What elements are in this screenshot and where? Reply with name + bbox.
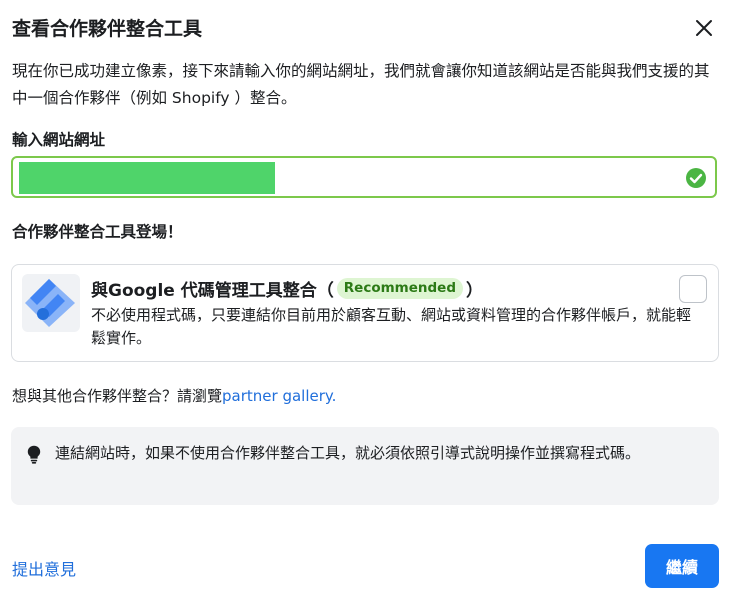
dialog-title: 查看合作夥伴整合工具 [12, 18, 203, 40]
url-label: 輸入網站網址 [12, 131, 106, 149]
recommended-badge: Recommended [336, 278, 463, 299]
card-title-prefix: 與Google 代碼管理工具整合（ [91, 281, 334, 301]
url-field[interactable] [11, 156, 717, 198]
card-description: 不必使用程式碼，只要連結你目前用於顧客互動、網站或資料管理的合作夥伴帳戶，就能輕… [91, 306, 692, 347]
check-circle-icon [685, 167, 707, 189]
close-icon[interactable] [692, 16, 716, 40]
tip-text: 連結網站時，如果不使用合作夥伴整合工具，就必須依照引導式說明操作並撰寫程式碼。 [55, 444, 641, 462]
section-title: 合作夥伴整合工具登場！ [12, 223, 183, 241]
url-input[interactable] [19, 162, 275, 194]
card-checkbox[interactable] [679, 275, 707, 303]
google-tag-manager-icon [22, 274, 80, 332]
feedback-link[interactable]: 提出意見 [12, 556, 76, 580]
card-title-suffix: ） [465, 281, 483, 301]
continue-button[interactable]: 繼續 [645, 544, 719, 588]
gtm-integration-card[interactable]: 與Google 代碼管理工具整合（ Recommended ） 不必使用程式碼，… [11, 264, 719, 362]
partner-gallery-link[interactable]: partner gallery. [222, 387, 336, 405]
tip-box: 連結網站時，如果不使用合作夥伴整合工具，就必須依照引導式說明操作並撰寫程式碼。 [11, 427, 719, 505]
intro-text: 現在你已成功建立像素，接下來請輸入你的網站網址，我們就會讓你知道該網站是否能與我… [12, 62, 710, 107]
card-title: 與Google 代碼管理工具整合（ Recommended ） [91, 276, 483, 301]
partner-gallery-line: 想與其他合作夥伴整合？請瀏覽partner gallery. [12, 385, 336, 406]
lightbulb-icon [27, 445, 41, 464]
partner-integration-dialog: 查看合作夥伴整合工具 現在你已成功建立像素，接下來請輸入你的網站網址，我們就會讓… [0, 0, 740, 599]
partner-gallery-text: 想與其他合作夥伴整合？請瀏覽 [12, 387, 223, 405]
